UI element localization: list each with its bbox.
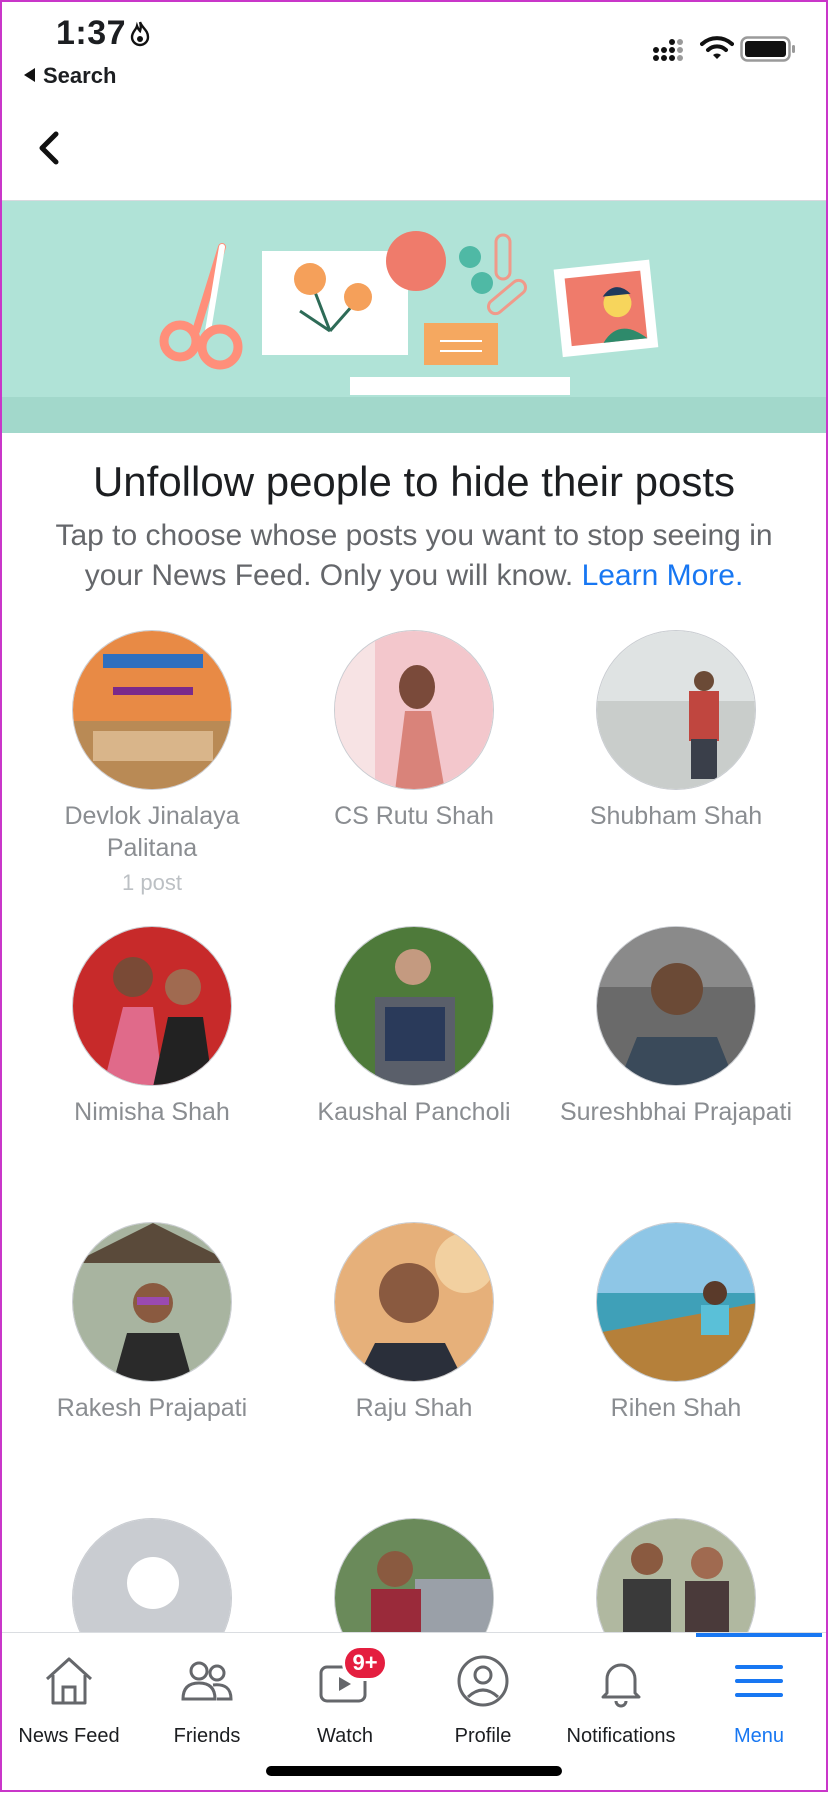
tab-news-feed[interactable]: News Feed — [0, 1633, 138, 1763]
back-to-app[interactable]: Search — [24, 63, 116, 89]
person-item[interactable]: Devlok Jinalaya Palitana 1 post — [22, 630, 282, 896]
unfollow-banner-illustration — [0, 201, 828, 433]
back-triangle-icon — [24, 68, 35, 82]
avatar[interactable] — [72, 630, 232, 790]
avatar[interactable] — [72, 926, 232, 1086]
tab-watch[interactable]: 9+ Watch — [276, 1633, 414, 1763]
battery-icon — [740, 36, 795, 62]
person-name: Sureshbhai Prajapati — [559, 1098, 793, 1126]
status-bar: 1:37 Search — [0, 0, 828, 100]
person-item[interactable]: Rakesh Prajapati — [22, 1222, 282, 1424]
avatar[interactable] — [334, 926, 494, 1086]
person-item[interactable] — [284, 1518, 544, 1632]
person-item[interactable] — [22, 1518, 282, 1632]
person-item[interactable]: Rihen Shah — [546, 1222, 806, 1424]
menu-icon — [735, 1665, 783, 1697]
tab-profile[interactable]: Profile — [414, 1633, 552, 1763]
avatar[interactable] — [334, 630, 494, 790]
avatar[interactable] — [72, 1518, 232, 1632]
scissors-icon — [159, 243, 243, 370]
person-item[interactable]: Raju Shah — [284, 1222, 544, 1424]
tab-menu[interactable]: Menu — [690, 1633, 828, 1763]
bell-icon — [601, 1663, 641, 1708]
tab-label: Notifications — [566, 1725, 676, 1747]
avatar[interactable] — [72, 1222, 232, 1382]
person-post-count: 1 post — [122, 870, 182, 895]
learn-more-link[interactable]: Learn More. — [582, 559, 744, 592]
page-title: Unfollow people to hide their posts — [92, 458, 736, 505]
page-description: Tap to choose whose posts you want to st… — [50, 516, 778, 596]
person-name: Shubham Shah — [589, 802, 763, 830]
person-name: Rihen Shah — [610, 1394, 742, 1422]
person-item[interactable]: CS Rutu Shah — [284, 630, 544, 832]
person-name: Rakesh Prajapati — [56, 1394, 248, 1422]
person-name: Nimisha Shah — [74, 1098, 230, 1126]
home-indicator[interactable] — [266, 1766, 562, 1776]
profile-icon — [457, 1655, 509, 1707]
person-item[interactable]: Shubham Shah — [546, 630, 806, 832]
tab-label: Profile — [454, 1725, 512, 1747]
tab-label: Menu — [733, 1725, 785, 1747]
avatar[interactable] — [596, 630, 756, 790]
friends-icon — [181, 1661, 233, 1701]
person-name: Raju Shah — [355, 1394, 473, 1422]
person-item[interactable]: Nimisha Shah — [22, 926, 282, 1128]
person-name: Kaushal Pancholi — [317, 1098, 511, 1126]
avatar[interactable] — [596, 926, 756, 1086]
back-app-label: Search — [43, 63, 117, 88]
avatar[interactable] — [596, 1222, 756, 1382]
status-time: 1:37 — [56, 14, 127, 52]
avatar[interactable] — [334, 1222, 494, 1382]
cellular-signal-icon — [653, 39, 683, 61]
tab-friends[interactable]: Friends — [138, 1633, 276, 1763]
wifi-icon — [700, 36, 734, 59]
chevron-left-icon[interactable] — [30, 124, 70, 172]
tab-label: Watch — [317, 1725, 373, 1747]
people-grid: Devlok Jinalaya Palitana 1 post CS Rutu … — [22, 630, 806, 1632]
avatar[interactable] — [334, 1518, 494, 1632]
person-item[interactable] — [546, 1518, 806, 1632]
top-nav — [0, 100, 828, 201]
person-item[interactable]: Kaushal Pancholi — [284, 926, 544, 1128]
tab-label: Friends — [173, 1725, 241, 1747]
tab-label: News Feed — [18, 1725, 120, 1747]
tab-notifications[interactable]: Notifications — [552, 1633, 690, 1763]
flame-icon — [130, 21, 150, 47]
person-item[interactable]: Sureshbhai Prajapati — [546, 926, 806, 1128]
person-name: CS Rutu Shah — [334, 802, 494, 830]
watch-notification-badge: 9+ — [342, 1645, 388, 1681]
person-name: Devlok Jinalaya Palitana — [64, 802, 240, 862]
home-icon — [45, 1657, 93, 1705]
avatar[interactable] — [596, 1518, 756, 1632]
